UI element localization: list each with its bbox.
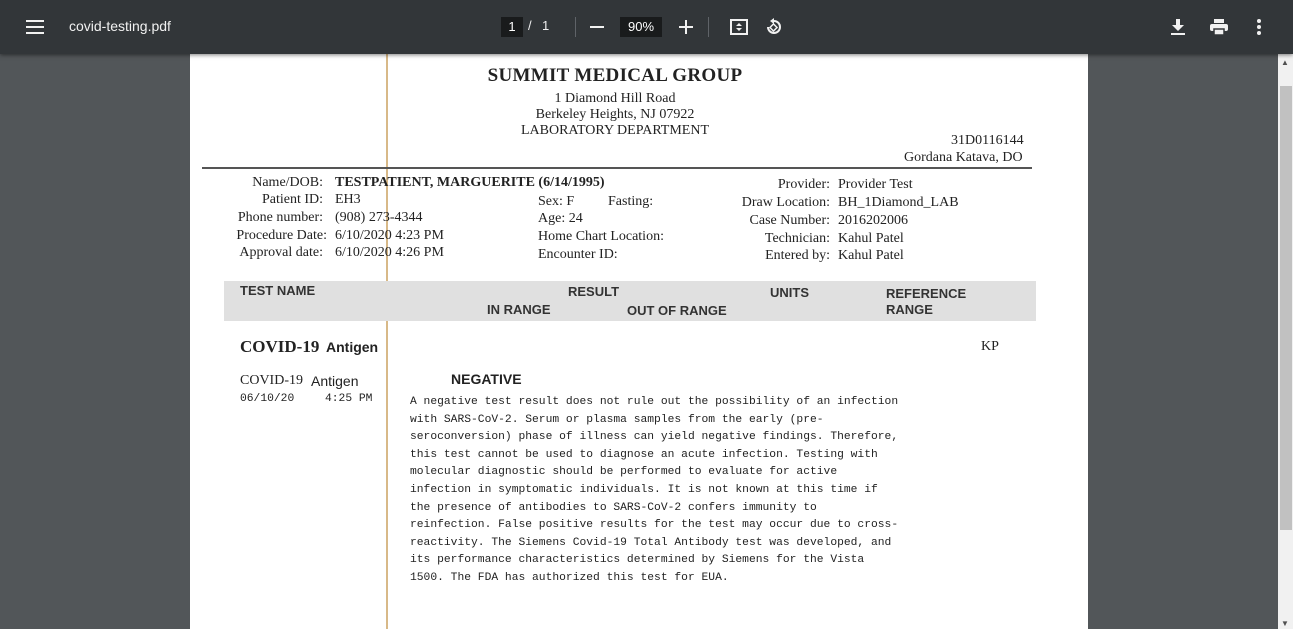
approval-date-label: Approval date: (239, 245, 323, 260)
draw-location-label: Draw Location: (741, 195, 830, 210)
entered-by-value: Kahul Patel (838, 248, 904, 263)
scroll-down-icon[interactable]: ▼ (1281, 619, 1289, 628)
entered-by-label: Entered by: (765, 248, 830, 263)
home-chart-field: Home Chart Location: (538, 229, 664, 244)
zoom-in-icon[interactable] (670, 11, 702, 43)
tech-initials: KP (981, 339, 999, 354)
test-item-subname: Antigen (311, 373, 359, 389)
scrollbar-thumb[interactable] (1280, 86, 1292, 530)
clia-number: 31D0116144 (951, 133, 1024, 148)
patient-id-value: EH3 (335, 192, 361, 207)
sex-field: Sex: F (538, 194, 575, 209)
phone-value: (908) 273-4344 (335, 210, 423, 225)
col-units: UNITS (770, 285, 809, 300)
fasting-field: Fasting: (608, 194, 654, 209)
org-department: LABORATORY DEPARTMENT (520, 123, 710, 138)
toolbar-divider (708, 17, 709, 37)
patient-id-label: Patient ID: (261, 192, 323, 207)
pdf-toolbar: covid-testing.pdf 1 / 1 90% (0, 0, 1293, 54)
download-icon[interactable] (1162, 11, 1194, 43)
toolbar-divider (575, 17, 576, 37)
case-number-value: 2016202006 (838, 213, 908, 228)
pdf-viewer[interactable]: SUMMIT MEDICAL GROUP 1 Diamond Hill Road… (0, 54, 1280, 629)
name-dob-value: TESTPATIENT, MARGUERITE (6/14/1995) (335, 175, 605, 190)
zoom-out-icon[interactable] (581, 11, 613, 43)
fit-page-icon[interactable] (723, 11, 755, 43)
procedure-date-value: 6/10/2020 4:23 PM (335, 228, 444, 243)
test-panel-title: COVID-19 (240, 337, 320, 356)
phone-label: Phone number: (237, 210, 323, 225)
test-date: 06/10/20 (240, 393, 295, 405)
col-in-range: IN RANGE (487, 302, 551, 317)
lab-director: Gordana Katava, DO (904, 150, 1023, 165)
rotate-icon[interactable] (758, 11, 790, 43)
name-dob-label: Name/DOB: (252, 175, 323, 190)
page-count: 1 (542, 18, 550, 33)
procedure-date-label: Procedure Date: (236, 228, 327, 243)
header-divider (202, 167, 1032, 169)
test-result: NEGATIVE (451, 371, 522, 387)
menu-icon[interactable] (19, 11, 51, 43)
technician-value: Kahul Patel (838, 231, 904, 246)
test-time: 4:25 PM (325, 393, 373, 405)
encounter-field: Encounter ID: (538, 247, 618, 262)
org-address-line-2: Berkeley Heights, NJ 07922 (535, 107, 695, 122)
draw-location-value: BH_1Diamond_LAB (838, 195, 959, 210)
age-field: Age: 24 (538, 211, 583, 226)
print-icon[interactable] (1203, 11, 1235, 43)
col-out-of-range: OUT OF RANGE (627, 303, 727, 318)
result-comment: A negative test result does not rule out… (410, 396, 899, 584)
pdf-page: SUMMIT MEDICAL GROUP 1 Diamond Hill Road… (190, 54, 1088, 629)
more-vert-icon[interactable] (1243, 11, 1275, 43)
provider-label: Provider: (777, 177, 830, 192)
col-result: RESULT (568, 284, 620, 299)
zoom-level-input[interactable]: 90% (620, 17, 662, 37)
test-panel-subtitle: Antigen (326, 339, 379, 355)
test-item-name: COVID-19 (240, 373, 303, 388)
org-name: SUMMIT MEDICAL GROUP (487, 65, 743, 86)
scan-fold-line (386, 54, 388, 629)
approval-date-value: 6/10/2020 4:26 PM (335, 245, 444, 260)
provider-value: Provider Test (838, 177, 913, 192)
technician-label: Technician: (764, 231, 830, 246)
org-address-line-1: 1 Diamond Hill Road (554, 91, 676, 106)
col-range: RANGE (886, 302, 933, 317)
col-reference: REFERENCE (886, 286, 967, 301)
scroll-up-icon[interactable]: ▲ (1281, 58, 1289, 67)
document-title: covid-testing.pdf (69, 18, 171, 34)
case-number-label: Case Number: (749, 213, 830, 228)
col-test-name: TEST NAME (240, 283, 316, 298)
page-separator: / (528, 18, 532, 33)
page-number-input[interactable]: 1 (501, 17, 523, 37)
